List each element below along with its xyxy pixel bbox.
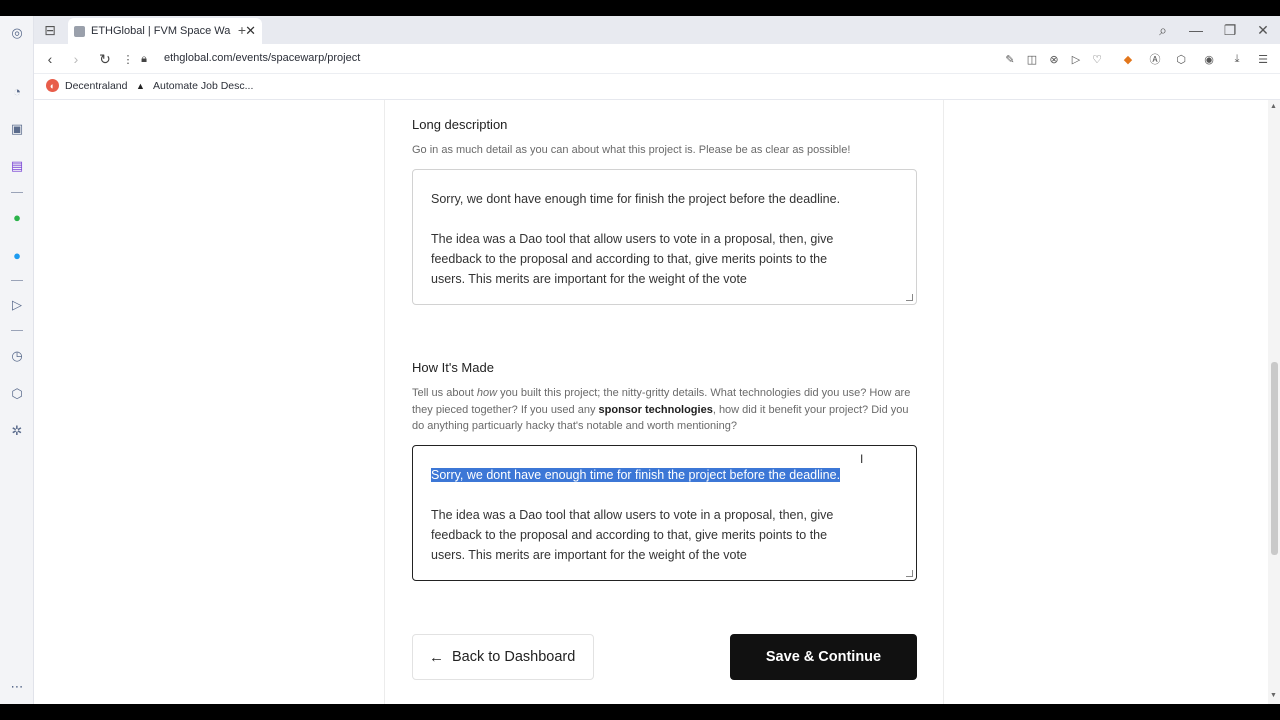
how-its-made-title: How It's Made [412,360,494,375]
new-tab-icon[interactable]: + [232,20,252,40]
send-icon[interactable]: ▷ [1068,51,1084,67]
window-close-icon[interactable]: ✕ [1253,20,1273,40]
resize-grip[interactable] [906,294,913,301]
camera-icon[interactable]: ◫ [1024,51,1040,67]
metamask-icon[interactable]: ◆ [1120,51,1136,67]
scroll-thumb[interactable] [1271,362,1278,555]
edit-icon[interactable]: ✎ [1002,51,1018,67]
heart-icon[interactable]: ♡ [1089,51,1105,67]
scroll-down-icon[interactable]: ▼ [1270,692,1277,699]
reload-icon[interactable]: ↻ [95,49,115,69]
lock-icon[interactable]: 🔒︎ [134,49,154,69]
arrow-left-icon: ← [429,648,444,666]
selected-text: Sorry, we dont have enough time for fini… [431,468,841,482]
speed-dial-icon[interactable]: ◔ [8,82,26,100]
text-cursor-icon: I [860,452,864,466]
more-icon[interactable]: ⋯ [8,678,26,696]
resize-grip[interactable] [906,570,913,577]
browser-logo-icon[interactable]: ◎ [8,24,26,42]
page-scrollbar[interactable]: ▲ ▼ [1268,100,1280,704]
bookmark-automate-job[interactable]: ▲ Automate Job Desc... [134,79,253,92]
adblock-icon[interactable]: ⊗ [1046,51,1062,67]
text-line: feedback to the proposal and according t… [431,528,828,542]
help-bold: sponsor technologies [598,403,713,416]
bookmarks-bar: ◐ Decentraland ▲ Automate Job Desc... [34,74,1280,100]
tab-favicon-icon [74,25,85,37]
browser-sidebar: ◎ ◔ ▣ ▤ ● ● ▷ ◷ ⬡ ✲ ⋯ [0,16,34,704]
save-continue-button[interactable]: Save & Continue [730,634,917,680]
page-content: Long description Go in as much detail as… [34,100,1268,704]
bookmark-label: Decentraland [65,79,128,92]
back-icon[interactable]: ‹ [40,49,60,69]
text-line: The idea was a Dao tool that allow users… [431,232,834,246]
search-icon[interactable]: ⌕ [1153,20,1173,40]
bookmark-label: Automate Job Desc... [153,79,254,92]
long-description-title: Long description [412,117,508,132]
history-icon[interactable]: ◷ [8,347,26,365]
settings-gear-icon[interactable]: ✲ [8,422,26,440]
address-bar: ‹ › ↻ ⋮ 🔒︎ ethglobal.com/events/spacewar… [34,44,1280,74]
form-column: Long description Go in as much detail as… [384,100,944,704]
how-its-made-help: Tell us about how you built this project… [412,385,917,435]
scroll-up-icon[interactable]: ▲ [1270,103,1277,110]
url-field[interactable]: ethglobal.com/events/spacewarp/project [164,52,360,64]
help-text: Tell us about [412,387,477,399]
help-emphasis: how [476,387,498,399]
tab-title: ETHGlobal | FVM Space Wa [91,25,231,37]
minimize-icon[interactable]: — [1186,20,1206,40]
bookmark-decentraland[interactable]: ◐ Decentraland [46,79,127,92]
whatsapp-icon[interactable]: ● [8,208,26,226]
sidebar-separator [11,330,23,331]
player-icon[interactable]: ▷ [8,296,26,314]
text-line: users. This merits are important for the… [431,272,747,286]
sidebar-separator [11,280,23,281]
restore-icon[interactable]: ❐ [1220,20,1240,40]
briefcase-icon[interactable]: ▣ [8,120,26,138]
text-line: users. This merits are important for the… [431,548,747,562]
long-description-textarea[interactable]: Sorry, we dont have enough time for fini… [412,169,917,305]
how-its-made-textarea[interactable]: Sorry, we dont have enough time for fini… [412,445,917,581]
sidebar-separator [11,192,23,193]
decentraland-icon: ◐ [46,79,59,92]
text-line: The idea was a Dao tool that allow users… [431,508,834,522]
text-line: feedback to the proposal and according t… [431,252,828,266]
browser-window: ◎ ◔ ▣ ▤ ● ● ▷ ◷ ⬡ ✲ ⋯ ⊟ ETHGlobal | FVM … [0,16,1280,704]
forward-icon[interactable]: › [66,49,86,69]
profile-icon[interactable]: ◉ [1201,51,1217,67]
extension-a-icon[interactable]: Ⓐ [1147,51,1163,67]
download-icon[interactable]: ⤓ [1229,51,1245,67]
long-description-help: Go in as much detail as you can about wh… [412,144,851,156]
twitter-icon[interactable]: ● [8,246,26,264]
back-to-dashboard-button[interactable]: ← Back to Dashboard [412,634,594,680]
text-line: Sorry, we dont have enough time for fini… [431,192,841,206]
cube-icon[interactable]: ⬡ [1173,51,1189,67]
tab-list-icon[interactable]: ⊟ [40,20,60,40]
tab-bar: ⊟ ETHGlobal | FVM Space Wa ✕ + ⌕ — ❐ ✕ [34,16,1280,44]
easy-setup-icon[interactable]: ☰ [1255,51,1271,67]
triangle-icon: ▲ [136,80,145,91]
twitch-icon[interactable]: ▤ [8,157,26,175]
back-button-label: Back to Dashboard [452,649,576,665]
box-icon[interactable]: ⬡ [8,385,26,403]
